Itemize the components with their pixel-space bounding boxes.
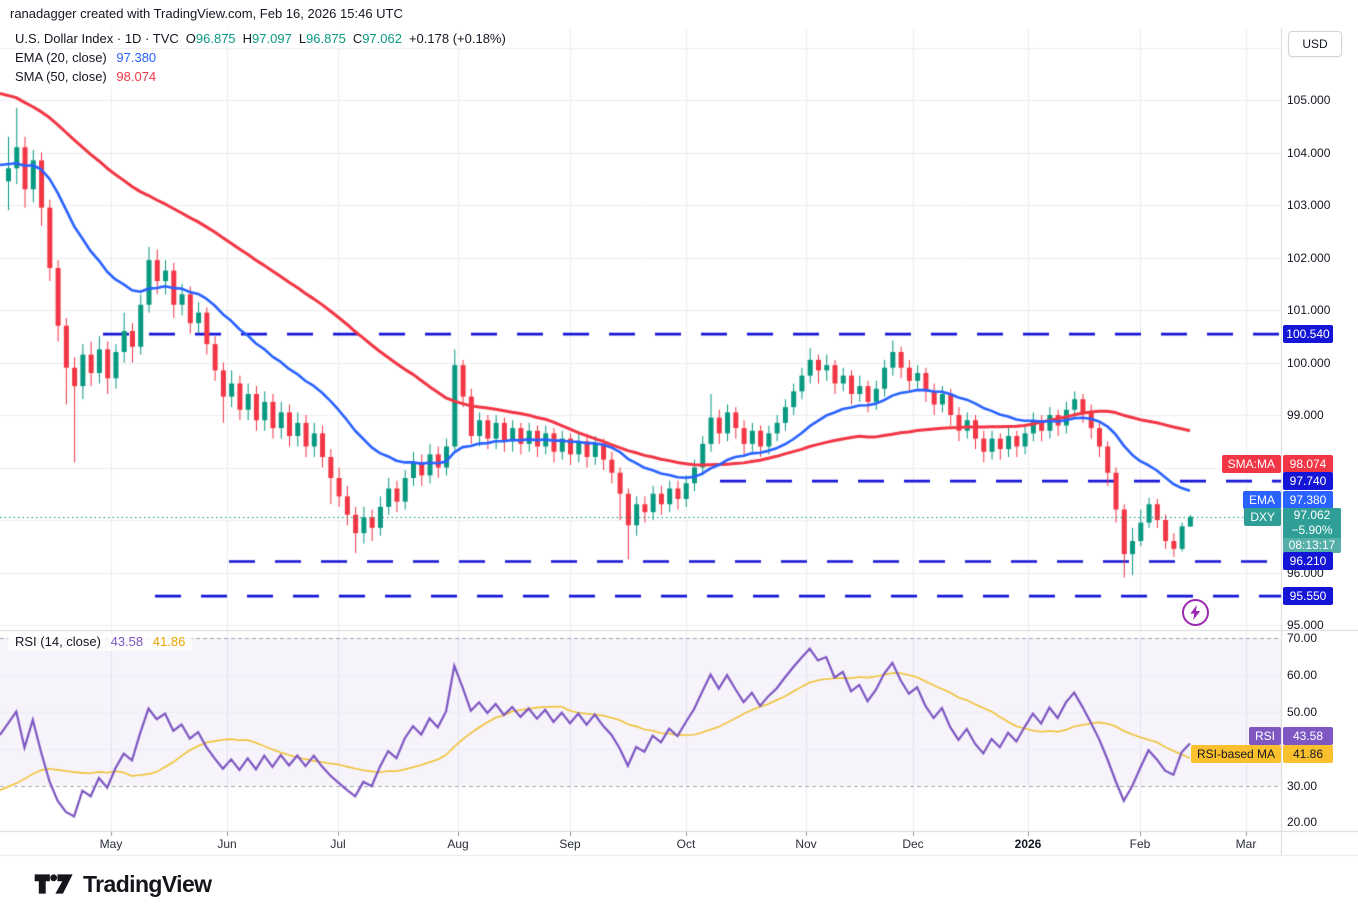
rsi-legend-row[interactable]: RSI (14, close) 43.58 41.86 xyxy=(8,633,192,651)
low-value: 96.875 xyxy=(306,31,346,46)
ema-tag: EMA xyxy=(1243,491,1281,509)
sma-legend-label: SMA (50, close) xyxy=(15,69,107,84)
chart-canvas[interactable] xyxy=(0,0,1358,915)
rsi-ma-value-label: 41.86 xyxy=(1283,745,1333,763)
rsi-legend-value: 43.58 xyxy=(111,634,144,649)
rsi-ma-tag: RSI-based MA xyxy=(1191,745,1281,763)
rsi-tick-label: 60.00 xyxy=(1287,666,1317,684)
price-tick-label: 100.000 xyxy=(1287,354,1330,372)
rsi-tick-label: 50.00 xyxy=(1287,703,1317,721)
month-label: Sep xyxy=(559,836,580,852)
close-value: 97.062 xyxy=(362,31,402,46)
price-tick-label: 101.000 xyxy=(1287,301,1330,319)
level-label-96210: 96.210 xyxy=(1283,552,1333,570)
ema-value-label: 97.380 xyxy=(1283,491,1333,509)
price-change: +0.178 (+0.18%) xyxy=(409,31,506,46)
open-letter: O xyxy=(186,31,196,46)
low-letter: L xyxy=(299,31,306,46)
month-label: Aug xyxy=(447,836,468,852)
price-tick-label: 105.000 xyxy=(1287,91,1330,109)
dxy-bar-countdown: 08:13:17 xyxy=(1283,538,1341,553)
price-tick-label: 99.000 xyxy=(1287,406,1324,424)
month-label: 2026 xyxy=(1015,836,1042,852)
ema-legend-row[interactable]: EMA (20, close) 97.380 xyxy=(8,49,163,67)
dxy-tag: DXY xyxy=(1244,508,1281,526)
ema-legend-value: 97.380 xyxy=(116,50,156,65)
chart-legend: U.S. Dollar Index · 1D · TVCO96.875H97.0… xyxy=(8,30,513,86)
level-label-100540: 100.540 xyxy=(1283,325,1333,343)
month-label: Feb xyxy=(1130,836,1151,852)
rsi-tick-label: 20.00 xyxy=(1287,813,1317,831)
level-label-95550: 95.550 xyxy=(1283,587,1333,605)
price-tick-label: 104.000 xyxy=(1287,144,1330,162)
sma-legend-value: 98.074 xyxy=(116,69,156,84)
rsi-value-label: 43.58 xyxy=(1283,727,1333,745)
rsi-ma-legend-value: 41.86 xyxy=(153,634,186,649)
month-label: Jul xyxy=(330,836,345,852)
month-label: Dec xyxy=(902,836,923,852)
price-tick-label: 103.000 xyxy=(1287,196,1330,214)
attribution-text: ranadagger created with TradingView.com,… xyxy=(10,6,403,21)
rsi-tag: RSI xyxy=(1249,727,1281,745)
sma-legend-row[interactable]: SMA (50, close) 98.074 xyxy=(8,68,163,86)
currency-usd-button[interactable]: USD xyxy=(1288,31,1342,57)
tradingview-chart-page: ranadagger created with TradingView.com,… xyxy=(0,0,1358,915)
high-value: 97.097 xyxy=(252,31,292,46)
dxy-last-price: 97.062 xyxy=(1283,508,1341,523)
rsi-tick-label: 70.00 xyxy=(1287,629,1317,647)
close-letter: C xyxy=(353,31,362,46)
symbol-legend-row[interactable]: U.S. Dollar Index · 1D · TVCO96.875H97.0… xyxy=(8,30,513,48)
sma-tag: SMA:MA xyxy=(1222,455,1281,473)
month-label: Mar xyxy=(1236,836,1257,852)
dxy-change-percent: −5.90% xyxy=(1283,523,1341,538)
ema-legend-label: EMA (20, close) xyxy=(15,50,107,65)
month-label: May xyxy=(100,836,123,852)
high-letter: H xyxy=(243,31,252,46)
tradingview-logo-icon xyxy=(34,870,74,898)
symbol-title: U.S. Dollar Index · 1D · TVC xyxy=(15,31,179,46)
lightning-icon xyxy=(1189,605,1202,620)
level-label-97740: 97.740 xyxy=(1283,472,1333,490)
rsi-legend-label: RSI (14, close) xyxy=(15,634,101,649)
month-label: Nov xyxy=(795,836,816,852)
lightning-button[interactable] xyxy=(1182,599,1209,626)
dxy-price-label: 97.062 −5.90% 08:13:17 xyxy=(1283,508,1341,553)
price-tick-label: 102.000 xyxy=(1287,249,1330,267)
month-label: Jun xyxy=(217,836,236,852)
rsi-tick-label: 30.00 xyxy=(1287,777,1317,795)
tradingview-logo-text: TradingView xyxy=(83,871,211,898)
open-value: 96.875 xyxy=(196,31,236,46)
month-label: Oct xyxy=(677,836,696,852)
tradingview-logo[interactable]: TradingView xyxy=(34,870,211,898)
sma-value-label: 98.074 xyxy=(1283,455,1333,473)
